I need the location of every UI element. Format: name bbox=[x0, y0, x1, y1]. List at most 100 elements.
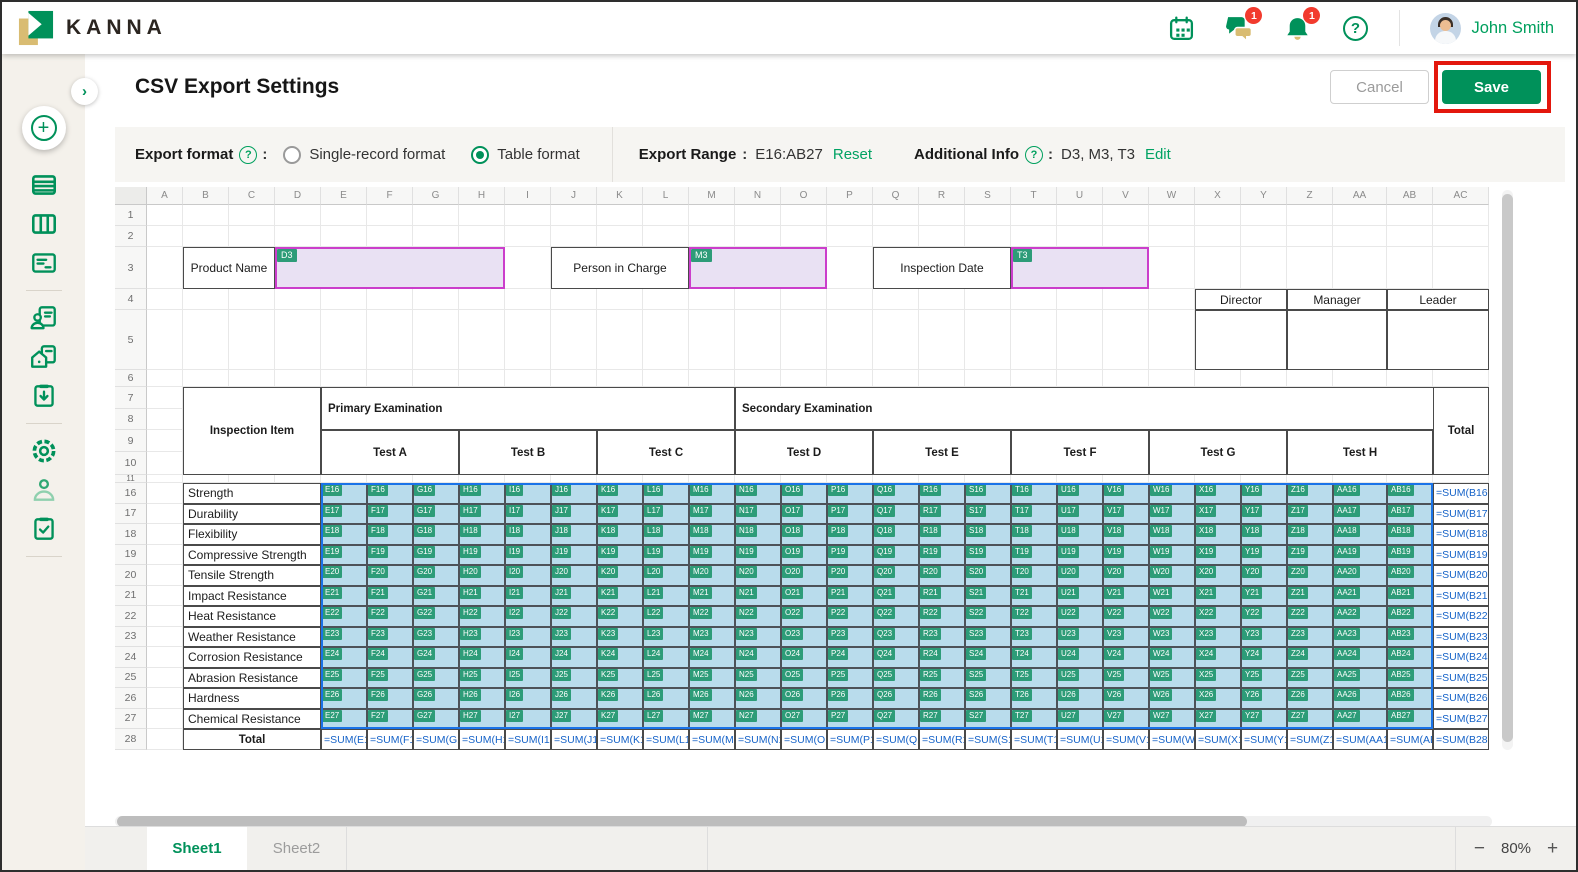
sheet-cell[interactable] bbox=[183, 310, 229, 370]
column-total-formula-cell[interactable]: =SUM(F16: bbox=[367, 729, 413, 750]
inspection-item-label[interactable]: Heat Resistance bbox=[183, 606, 321, 627]
data-cell-z19[interactable]: Z19 bbox=[1287, 545, 1333, 566]
data-cell-v18[interactable]: V18 bbox=[1103, 524, 1149, 545]
data-cell-l24[interactable]: L24 bbox=[643, 647, 689, 668]
sheet-cell[interactable] bbox=[275, 289, 321, 310]
select-all-corner[interactable] bbox=[115, 187, 147, 205]
data-cell-o23[interactable]: O23 bbox=[781, 627, 827, 648]
sheet-cell[interactable] bbox=[1057, 310, 1103, 370]
sheet-cell[interactable] bbox=[413, 205, 459, 226]
sheet-cell[interactable] bbox=[1195, 475, 1241, 483]
sheet-cell[interactable] bbox=[781, 475, 827, 483]
single-record-format-option[interactable]: Single-record format bbox=[283, 146, 445, 164]
data-cell-i20[interactable]: I20 bbox=[505, 565, 551, 586]
data-cell-i19[interactable]: I19 bbox=[505, 545, 551, 566]
data-cell-ab16[interactable]: AB16 bbox=[1387, 483, 1433, 504]
data-cell-w17[interactable]: W17 bbox=[1149, 504, 1195, 525]
sheet-cell[interactable] bbox=[1057, 289, 1103, 310]
data-cell-e27[interactable]: E27 bbox=[321, 709, 367, 730]
sheet-cell[interactable] bbox=[689, 475, 735, 483]
data-cell-p21[interactable]: P21 bbox=[827, 586, 873, 607]
data-cell-m21[interactable]: M21 bbox=[689, 586, 735, 607]
sheet-cell[interactable] bbox=[147, 310, 183, 370]
data-cell-r20[interactable]: R20 bbox=[919, 565, 965, 586]
sheet-cell[interactable] bbox=[873, 310, 919, 370]
data-cell-t21[interactable]: T21 bbox=[1011, 586, 1057, 607]
approval-header-leader[interactable]: Leader bbox=[1387, 289, 1489, 310]
data-cell-k16[interactable]: K16 bbox=[597, 483, 643, 504]
sheet-cell[interactable] bbox=[827, 247, 873, 289]
sheet-cell[interactable] bbox=[147, 586, 183, 607]
data-cell-u16[interactable]: U16 bbox=[1057, 483, 1103, 504]
data-cell-l25[interactable]: L25 bbox=[643, 668, 689, 689]
data-cell-s19[interactable]: S19 bbox=[965, 545, 1011, 566]
data-cell-v16[interactable]: V16 bbox=[1103, 483, 1149, 504]
help-button[interactable]: ? bbox=[1341, 14, 1369, 42]
sheet-cell[interactable] bbox=[1387, 247, 1433, 289]
column-total-formula-cell[interactable]: =SUM(Z16: bbox=[1287, 729, 1333, 750]
column-total-formula-cell[interactable]: =SUM(R16: bbox=[919, 729, 965, 750]
sidebar-item-board[interactable] bbox=[29, 209, 59, 239]
data-cell-r26[interactable]: R26 bbox=[919, 688, 965, 709]
data-cell-q23[interactable]: Q23 bbox=[873, 627, 919, 648]
data-cell-w24[interactable]: W24 bbox=[1149, 647, 1195, 668]
data-cell-w19[interactable]: W19 bbox=[1149, 545, 1195, 566]
sheet-cell[interactable] bbox=[1103, 205, 1149, 226]
data-cell-h27[interactable]: H27 bbox=[459, 709, 505, 730]
data-cell-w21[interactable]: W21 bbox=[1149, 586, 1195, 607]
data-cell-k21[interactable]: K21 bbox=[597, 586, 643, 607]
sheet-cell[interactable] bbox=[965, 226, 1011, 247]
data-cell-g17[interactable]: G17 bbox=[413, 504, 459, 525]
sheet-cell[interactable] bbox=[1287, 205, 1333, 226]
data-cell-i27[interactable]: I27 bbox=[505, 709, 551, 730]
data-cell-aa21[interactable]: AA21 bbox=[1333, 586, 1387, 607]
row-header-23[interactable]: 23 bbox=[115, 627, 147, 648]
sheet-cell[interactable] bbox=[1433, 370, 1489, 387]
data-cell-u17[interactable]: U17 bbox=[1057, 504, 1103, 525]
data-cell-k20[interactable]: K20 bbox=[597, 565, 643, 586]
chat-button[interactable]: 1 bbox=[1225, 14, 1253, 42]
data-cell-aa20[interactable]: AA20 bbox=[1333, 565, 1387, 586]
sheet-cell[interactable] bbox=[1195, 370, 1241, 387]
data-cell-ab19[interactable]: AB19 bbox=[1387, 545, 1433, 566]
data-cell-t20[interactable]: T20 bbox=[1011, 565, 1057, 586]
data-cell-y21[interactable]: Y21 bbox=[1241, 586, 1287, 607]
data-cell-r16[interactable]: R16 bbox=[919, 483, 965, 504]
data-cell-h19[interactable]: H19 bbox=[459, 545, 505, 566]
column-header-g[interactable]: G bbox=[413, 187, 459, 205]
sheet-cell[interactable] bbox=[413, 370, 459, 387]
row-header-22[interactable]: 22 bbox=[115, 606, 147, 627]
data-cell-o27[interactable]: O27 bbox=[781, 709, 827, 730]
data-cell-g20[interactable]: G20 bbox=[413, 565, 459, 586]
sheet-cell[interactable] bbox=[1333, 205, 1387, 226]
sheet-cell[interactable] bbox=[689, 310, 735, 370]
data-cell-s20[interactable]: S20 bbox=[965, 565, 1011, 586]
data-cell-x23[interactable]: X23 bbox=[1195, 627, 1241, 648]
data-cell-k23[interactable]: K23 bbox=[597, 627, 643, 648]
data-cell-x21[interactable]: X21 bbox=[1195, 586, 1241, 607]
column-header-z[interactable]: Z bbox=[1287, 187, 1333, 205]
data-cell-g27[interactable]: G27 bbox=[413, 709, 459, 730]
sheet-cell[interactable] bbox=[551, 310, 597, 370]
data-cell-f20[interactable]: F20 bbox=[367, 565, 413, 586]
data-cell-t16[interactable]: T16 bbox=[1011, 483, 1057, 504]
sheet-cell[interactable] bbox=[919, 205, 965, 226]
row-header-8[interactable]: 8 bbox=[115, 409, 147, 430]
data-cell-h24[interactable]: H24 bbox=[459, 647, 505, 668]
data-cell-s22[interactable]: S22 bbox=[965, 606, 1011, 627]
sheet-cell[interactable] bbox=[147, 475, 183, 483]
data-cell-s16[interactable]: S16 bbox=[965, 483, 1011, 504]
sheet-cell[interactable] bbox=[551, 370, 597, 387]
sheet-cell[interactable] bbox=[505, 226, 551, 247]
sheet-cell[interactable] bbox=[597, 205, 643, 226]
data-cell-l16[interactable]: L16 bbox=[643, 483, 689, 504]
sheet-cell[interactable] bbox=[505, 475, 551, 483]
column-header-ac[interactable]: AC bbox=[1433, 187, 1489, 205]
data-cell-r25[interactable]: R25 bbox=[919, 668, 965, 689]
data-cell-y27[interactable]: Y27 bbox=[1241, 709, 1287, 730]
data-cell-l21[interactable]: L21 bbox=[643, 586, 689, 607]
approval-signature-cell[interactable] bbox=[1387, 310, 1489, 370]
table-format-option[interactable]: Table format bbox=[471, 146, 580, 164]
column-header-i[interactable]: I bbox=[505, 187, 551, 205]
data-cell-e16[interactable]: E16 bbox=[321, 483, 367, 504]
